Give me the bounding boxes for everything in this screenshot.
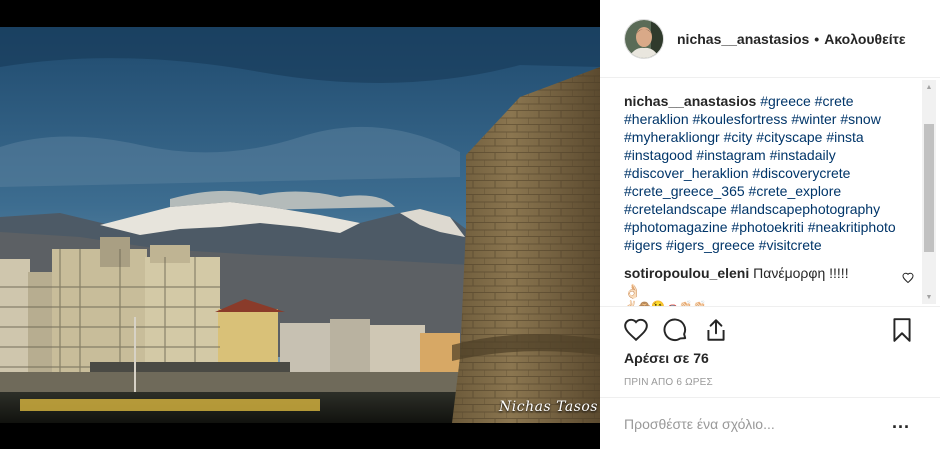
following-button[interactable]: Ακολουθείτε [824,31,905,47]
hashtag-link[interactable]: #winter [791,111,836,127]
avatar-image [625,19,663,58]
hashtag-link[interactable]: #photomagazine [624,219,728,235]
comment-bubble-icon [663,318,687,342]
post-photo[interactable]: Nichas Tasos [0,27,600,423]
hashtag-link[interactable]: #igers_greece [666,237,755,253]
more-options-button[interactable]: ... [892,412,910,433]
avatar[interactable] [624,18,664,59]
scroll-down-arrow-icon[interactable]: ▼ [922,290,936,304]
scrollbar-thumb[interactable] [924,124,934,252]
save-button[interactable] [889,317,915,343]
comments-section[interactable]: nichas__anastasios #greece #crete #herak… [600,78,920,306]
comment-item: sotiropoulou_eleni Πανέμορφη !!!!! 👌🏻 ✌🏻… [624,264,914,306]
hashtag-link[interactable]: #landscapephotography [731,201,880,217]
header-username[interactable]: nichas__anastasios [677,31,809,47]
likes-count[interactable]: Αρέσει σε 76 [624,350,709,366]
hashtag-link[interactable]: #instagram [696,147,765,163]
hashtag-link[interactable]: #discover_heraklion [624,165,749,181]
share-icon [707,319,725,341]
hashtag-link[interactable]: #photoekriti [731,219,803,235]
header-separator: • [814,30,820,47]
hashtag-link[interactable]: #insta [826,129,863,145]
hashtag-link[interactable]: #myherakliongr [624,129,720,145]
hashtag-link[interactable]: #instagood [624,147,693,163]
comment-text-block: sotiropoulou_eleni Πανέμορφη !!!!! 👌🏻 ✌🏻… [624,264,868,306]
hashtag-link[interactable]: #cretelandscape [624,201,727,217]
hashtag-link[interactable]: #igers [624,237,662,253]
hashtag-link[interactable]: #snow [840,111,880,127]
post-caption: nichas__anastasios #greece #crete #herak… [624,92,900,254]
comment-input[interactable] [624,414,874,434]
header-text: nichas__anastasios • Ακολουθείτε [677,31,906,47]
hashtag-link[interactable]: #city [724,129,753,145]
hashtag-link[interactable]: #neakritiphoto [808,219,896,235]
hashtag-link[interactable]: #crete [815,93,854,109]
comment-like-heart-icon[interactable] [902,272,914,284]
post-header: nichas__anastasios • Ακολουθείτε [600,0,940,78]
hashtag-link[interactable]: #visitcrete [759,237,822,253]
heart-icon [624,318,648,342]
like-button[interactable] [623,317,649,343]
caption-username[interactable]: nichas__anastasios [624,93,756,109]
hashtag-link[interactable]: #crete_greece_365 [624,183,745,199]
hashtag-link[interactable]: #cityscape [756,129,822,145]
post-timestamp[interactable]: ΠΡΙΝ ΑΠΟ 6 ΩΡΕΣ [624,377,713,388]
post-actions [600,306,940,354]
comment-button[interactable] [663,317,689,343]
hashtag-link[interactable]: #koulesfortress [693,111,788,127]
hashtag-link[interactable]: #crete_explore [749,183,842,199]
hashtag-link[interactable]: #greece [760,93,811,109]
bookmark-icon [893,318,911,342]
photo-watermark: Nichas Tasos [499,399,598,415]
photo-pane: Nichas Tasos [0,0,600,449]
add-comment-bar: ... [600,397,940,449]
hashtag-link[interactable]: #instadaily [770,147,836,163]
comments-scrollbar[interactable]: ▲ ▼ [922,80,936,304]
post-side-panel: nichas__anastasios • Ακολουθείτε nichas__a… [600,0,940,449]
hashtag-link[interactable]: #heraklion [624,111,689,127]
share-button[interactable] [703,317,729,343]
photo-image [0,27,600,423]
scroll-up-arrow-icon[interactable]: ▲ [922,80,936,94]
caption-hashtags: #greece #crete #heraklion #koulesfortres… [624,93,896,253]
comment-username[interactable]: sotiropoulou_eleni [624,265,749,281]
hashtag-link[interactable]: #discoverycrete [752,165,850,181]
